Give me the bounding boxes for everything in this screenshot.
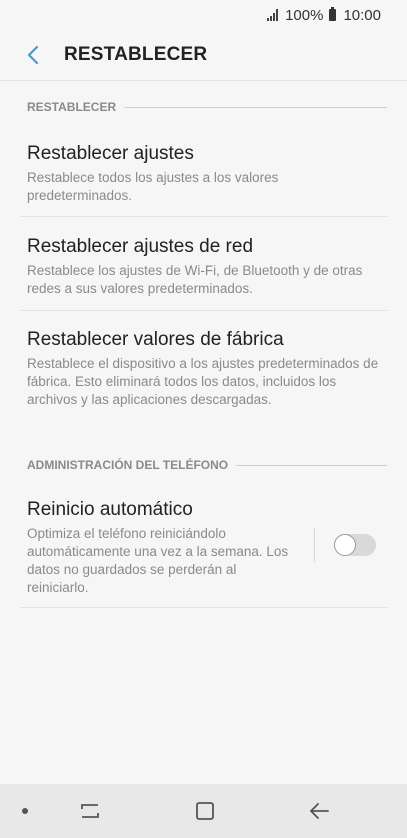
item-title: Restablecer ajustes xyxy=(27,143,194,164)
item-description: Restablece el dispositivo a los ajustes … xyxy=(27,356,379,407)
status-bar: 100% 10:00 xyxy=(0,0,407,30)
back-button[interactable] xyxy=(8,30,58,80)
signal-icon xyxy=(267,9,279,21)
back-arrow-icon xyxy=(310,803,329,819)
list-item-reinicio-automatico[interactable]: Reinicio automático Optimiza el teléfono… xyxy=(20,498,307,597)
item-divider xyxy=(20,607,387,608)
item-description: Restablece todos los ajustes a los valor… xyxy=(27,170,279,203)
recent-apps-icon xyxy=(81,804,99,818)
section-header-label: RESTABLECER xyxy=(27,100,117,114)
page-title: RESTABLECER xyxy=(64,44,208,65)
list-item-restablecer-ajustes[interactable]: Restablecer ajustes Restablece todos los… xyxy=(20,142,387,205)
section-header-label: ADMINISTRACIÓN DEL TELÉFONO xyxy=(27,458,229,472)
section-header-restablecer: RESTABLECER xyxy=(27,100,387,114)
home-button[interactable] xyxy=(185,797,225,825)
battery-percent: 100% xyxy=(285,6,324,24)
section-header-line xyxy=(124,106,387,108)
nav-dot-icon xyxy=(22,808,28,814)
item-title: Restablecer ajustes de red xyxy=(27,236,254,257)
section-header-line xyxy=(236,464,387,466)
battery-icon xyxy=(329,7,337,21)
item-description: Optimiza el teléfono reiniciándolo autom… xyxy=(27,526,289,595)
list-item-restablecer-valores-de-fabrica[interactable]: Restablecer valores de fábrica Restablec… xyxy=(20,328,387,409)
chevron-left-icon xyxy=(27,45,39,65)
app-bar: RESTABLECER xyxy=(0,30,407,80)
section-header-administracion: ADMINISTRACIÓN DEL TELÉFONO xyxy=(27,458,387,472)
recent-apps-button[interactable] xyxy=(70,797,110,825)
clock: 10:00 xyxy=(343,6,381,24)
item-divider xyxy=(20,310,387,311)
app-bar-divider xyxy=(0,80,407,81)
item-divider xyxy=(20,216,387,217)
item-title: Reinicio automático xyxy=(27,499,193,520)
back-nav-button[interactable] xyxy=(299,797,339,825)
navigation-bar xyxy=(0,784,407,838)
toggle-knob xyxy=(334,534,356,556)
list-item-restablecer-ajustes-de-red[interactable]: Restablecer ajustes de red Restablece lo… xyxy=(20,235,387,298)
item-description: Restablece los ajustes de Wi-Fi, de Blue… xyxy=(27,263,363,296)
auto-restart-toggle[interactable] xyxy=(334,534,376,556)
toggle-separator xyxy=(314,528,315,562)
item-title: Restablecer valores de fábrica xyxy=(27,329,284,350)
home-icon xyxy=(196,802,214,820)
